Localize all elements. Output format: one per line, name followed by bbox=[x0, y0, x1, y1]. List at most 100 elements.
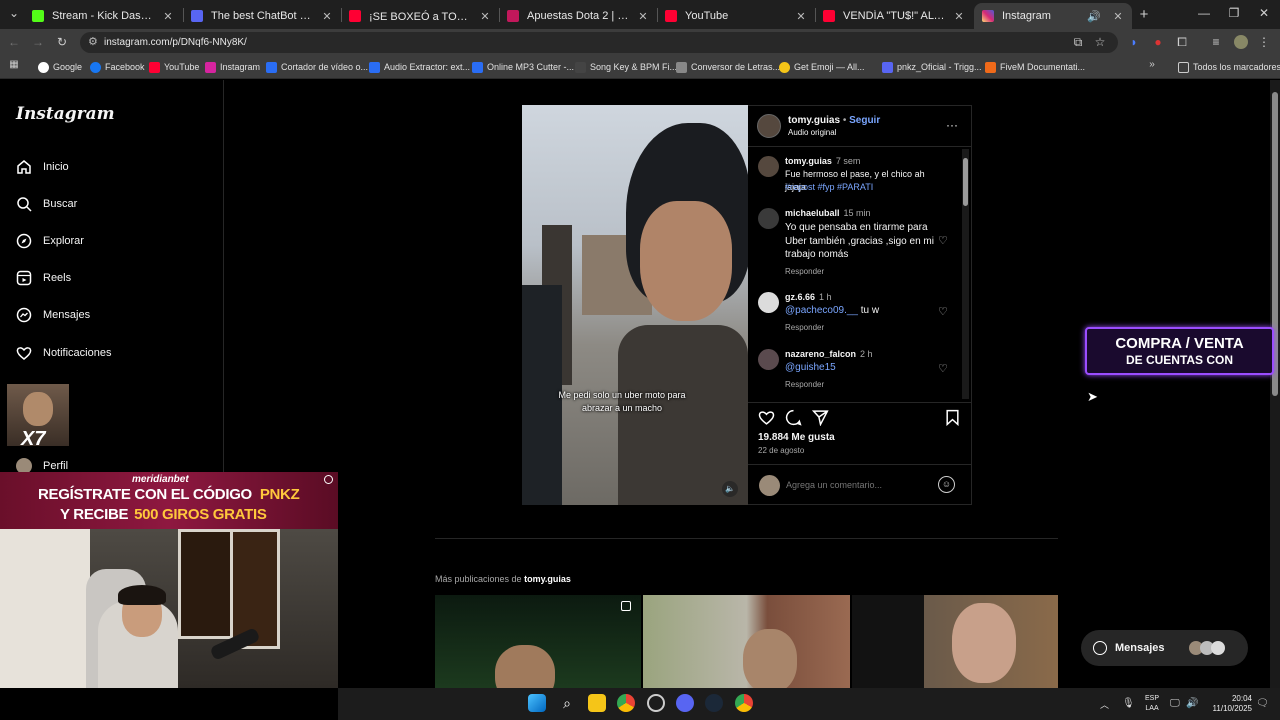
author-avatar[interactable] bbox=[757, 114, 781, 138]
site-info-icon[interactable]: ⚙ bbox=[88, 35, 98, 48]
sidebar-item-reels[interactable]: Reels bbox=[16, 267, 71, 289]
minimize-icon[interactable]: — bbox=[1196, 6, 1212, 20]
search-icon[interactable]: ⌕ bbox=[558, 694, 576, 712]
comment-mention[interactable]: @guishe15 bbox=[785, 361, 945, 374]
bookmark-youtube[interactable]: YouTube bbox=[149, 59, 199, 75]
more-bookmarks-icon[interactable]: » bbox=[1144, 59, 1160, 70]
comment-user[interactable]: michaeluball bbox=[785, 208, 840, 218]
bookmark-facebook[interactable]: Facebook bbox=[90, 59, 145, 75]
reply-button[interactable]: Responder bbox=[785, 380, 824, 389]
tab-youtube[interactable]: YouTube ✕ bbox=[657, 3, 815, 29]
comment-user[interactable]: nazareno_falcon bbox=[785, 349, 856, 359]
extension-red-icon[interactable]: ● bbox=[1150, 35, 1166, 49]
tab-chatbot[interactable]: The best ChatBot and Widgets ✕ bbox=[183, 3, 341, 29]
tab-meridianbet[interactable]: Apuestas Dota 2 | Meridianbet ✕ bbox=[499, 3, 657, 29]
comment-user[interactable]: gz.6.66 bbox=[785, 292, 815, 302]
speaker-icon[interactable]: 🔊 bbox=[1086, 10, 1102, 23]
volume-icon[interactable]: 🔊 bbox=[1186, 698, 1198, 709]
comment-input[interactable] bbox=[786, 478, 926, 492]
steam-icon[interactable] bbox=[705, 694, 723, 712]
comment-hashtags[interactable]: #repost #fyp #PARATI bbox=[785, 181, 945, 194]
extensions-icon[interactable]: ⧠ bbox=[1174, 35, 1190, 50]
author-username[interactable]: tomy.guias bbox=[788, 115, 840, 126]
close-icon[interactable]: ✕ bbox=[477, 10, 493, 23]
chrome-icon[interactable] bbox=[735, 694, 753, 712]
forward-icon[interactable]: → bbox=[30, 35, 46, 49]
close-icon[interactable]: ✕ bbox=[1110, 10, 1126, 23]
reply-button[interactable]: Responder bbox=[785, 323, 824, 332]
more-post-thumbnail[interactable] bbox=[435, 595, 641, 688]
emoji-picker-icon[interactable]: ☺ bbox=[938, 476, 955, 493]
bookmark-pnkz[interactable]: pnkz_Oficial - Trigg... bbox=[882, 59, 982, 75]
star-icon[interactable]: ☆ bbox=[1092, 35, 1108, 49]
instagram-logo[interactable]: Instagram bbox=[16, 104, 115, 124]
more-post-thumbnail[interactable] bbox=[643, 595, 850, 688]
more-options-icon[interactable]: ··· bbox=[946, 118, 958, 132]
install-icon[interactable]: ⧉ bbox=[1070, 35, 1086, 50]
share-icon[interactable] bbox=[811, 409, 829, 431]
comment-avatar[interactable] bbox=[758, 349, 779, 370]
close-icon[interactable]: ✕ bbox=[951, 10, 967, 23]
comment-avatar[interactable] bbox=[758, 156, 779, 177]
more-posts-user[interactable]: tomy.guias bbox=[524, 574, 571, 584]
bookmark-google[interactable]: Google bbox=[38, 59, 82, 75]
close-icon[interactable]: ✕ bbox=[635, 10, 651, 23]
audio-label[interactable]: Audio original bbox=[788, 128, 836, 137]
tab-kick[interactable]: Stream - Kick Dashboard ✕ bbox=[24, 3, 182, 29]
reply-button[interactable]: Responder bbox=[785, 267, 824, 276]
save-icon[interactable] bbox=[944, 409, 961, 431]
comment-avatar[interactable] bbox=[758, 208, 779, 229]
microphone-icon[interactable]: 🎙 bbox=[1122, 698, 1135, 709]
address-bar[interactable]: ⚙ instagram.com/p/DNqf6-NNy8K/ bbox=[80, 32, 1118, 53]
tab-instagram[interactable]: Instagram 🔊 ✕ bbox=[974, 3, 1132, 29]
comments-scrollbar-thumb[interactable] bbox=[963, 158, 968, 206]
bookmark-instagram[interactable]: Instagram bbox=[205, 59, 260, 75]
file-explorer-icon[interactable] bbox=[588, 694, 606, 712]
sidebar-item-mensajes[interactable]: Mensajes bbox=[16, 304, 90, 326]
bookmark-get-emoji[interactable]: Get Emoji — All... bbox=[779, 59, 865, 75]
comment-user[interactable]: tomy.guias bbox=[785, 156, 832, 166]
comment-icon[interactable] bbox=[785, 409, 802, 431]
bookmark-audio-extractor[interactable]: Audio Extractor: ext... bbox=[369, 59, 470, 75]
like-comment-icon[interactable]: ♡ bbox=[938, 234, 948, 247]
system-tray-chevron-icon[interactable]: ︿ bbox=[1100, 698, 1109, 711]
menu-icon[interactable]: ⋮ bbox=[1256, 35, 1272, 49]
back-icon[interactable]: ← bbox=[6, 35, 22, 49]
likes-count[interactable]: 19.884 Me gusta bbox=[758, 432, 835, 443]
restore-icon[interactable]: ❐ bbox=[1226, 6, 1242, 20]
mute-icon[interactable]: 🔈 bbox=[722, 481, 738, 497]
sidebar-item-buscar[interactable]: Buscar bbox=[16, 193, 77, 215]
like-comment-icon[interactable]: ♡ bbox=[938, 305, 948, 318]
follow-button[interactable]: Seguir bbox=[849, 115, 880, 126]
reading-list-icon[interactable]: ≡ bbox=[1208, 35, 1224, 49]
network-icon[interactable]: 🖵 bbox=[1170, 698, 1180, 709]
bookmark-cortador[interactable]: Cortador de vídeo o... bbox=[266, 59, 368, 75]
reload-icon[interactable]: ↻ bbox=[54, 35, 70, 49]
tab-youtube-vendia[interactable]: VENDÍA "TU$!" AL LADO DE UN ✕ bbox=[815, 3, 973, 29]
discord-icon[interactable] bbox=[676, 694, 694, 712]
windows-start-icon[interactable] bbox=[528, 694, 546, 712]
messages-floating-button[interactable]: Mensajes bbox=[1081, 630, 1248, 666]
language-indicator[interactable]: ESP LAA bbox=[1145, 694, 1159, 714]
post-video[interactable]: Me pedi solo un uber moto para abrazar a… bbox=[522, 105, 748, 505]
more-post-thumbnail[interactable] bbox=[852, 595, 1058, 688]
tab-search-icon[interactable]: ⌄ bbox=[6, 6, 22, 20]
apps-icon[interactable]: ▦ bbox=[6, 59, 22, 70]
notification-icon[interactable]: 🗨 bbox=[1256, 698, 1269, 709]
sidebar-item-inicio[interactable]: Inicio bbox=[16, 156, 69, 178]
bookmark-song-key[interactable]: Song Key & BPM Fi... bbox=[575, 59, 677, 75]
tab-youtube-boxeo[interactable]: ¡SE BOXEÓ a TODOS! 🥊 Te ✕ bbox=[341, 3, 499, 29]
window-close-icon[interactable]: ✕ bbox=[1256, 6, 1272, 20]
bookmark-mp3-cutter[interactable]: Online MP3 Cutter -... bbox=[472, 59, 574, 75]
obs-icon[interactable] bbox=[647, 694, 665, 712]
all-bookmarks[interactable]: Todos los marcadores bbox=[1178, 59, 1280, 75]
extension-blue-icon[interactable]: ◗ bbox=[1126, 35, 1142, 49]
sidebar-item-notificaciones[interactable]: Notificaciones bbox=[16, 342, 111, 364]
new-tab-icon[interactable]: + bbox=[1136, 6, 1152, 23]
like-comment-icon[interactable]: ♡ bbox=[938, 362, 948, 375]
bookmark-fivem[interactable]: FiveM Documentati... bbox=[985, 59, 1085, 75]
clock[interactable]: 20:04 11/10/2025 bbox=[1206, 694, 1252, 714]
bookmark-conversor[interactable]: Conversor de Letras... bbox=[676, 59, 780, 75]
comment-mention[interactable]: @pacheco09.__ bbox=[785, 305, 858, 316]
close-icon[interactable]: ✕ bbox=[160, 10, 176, 23]
